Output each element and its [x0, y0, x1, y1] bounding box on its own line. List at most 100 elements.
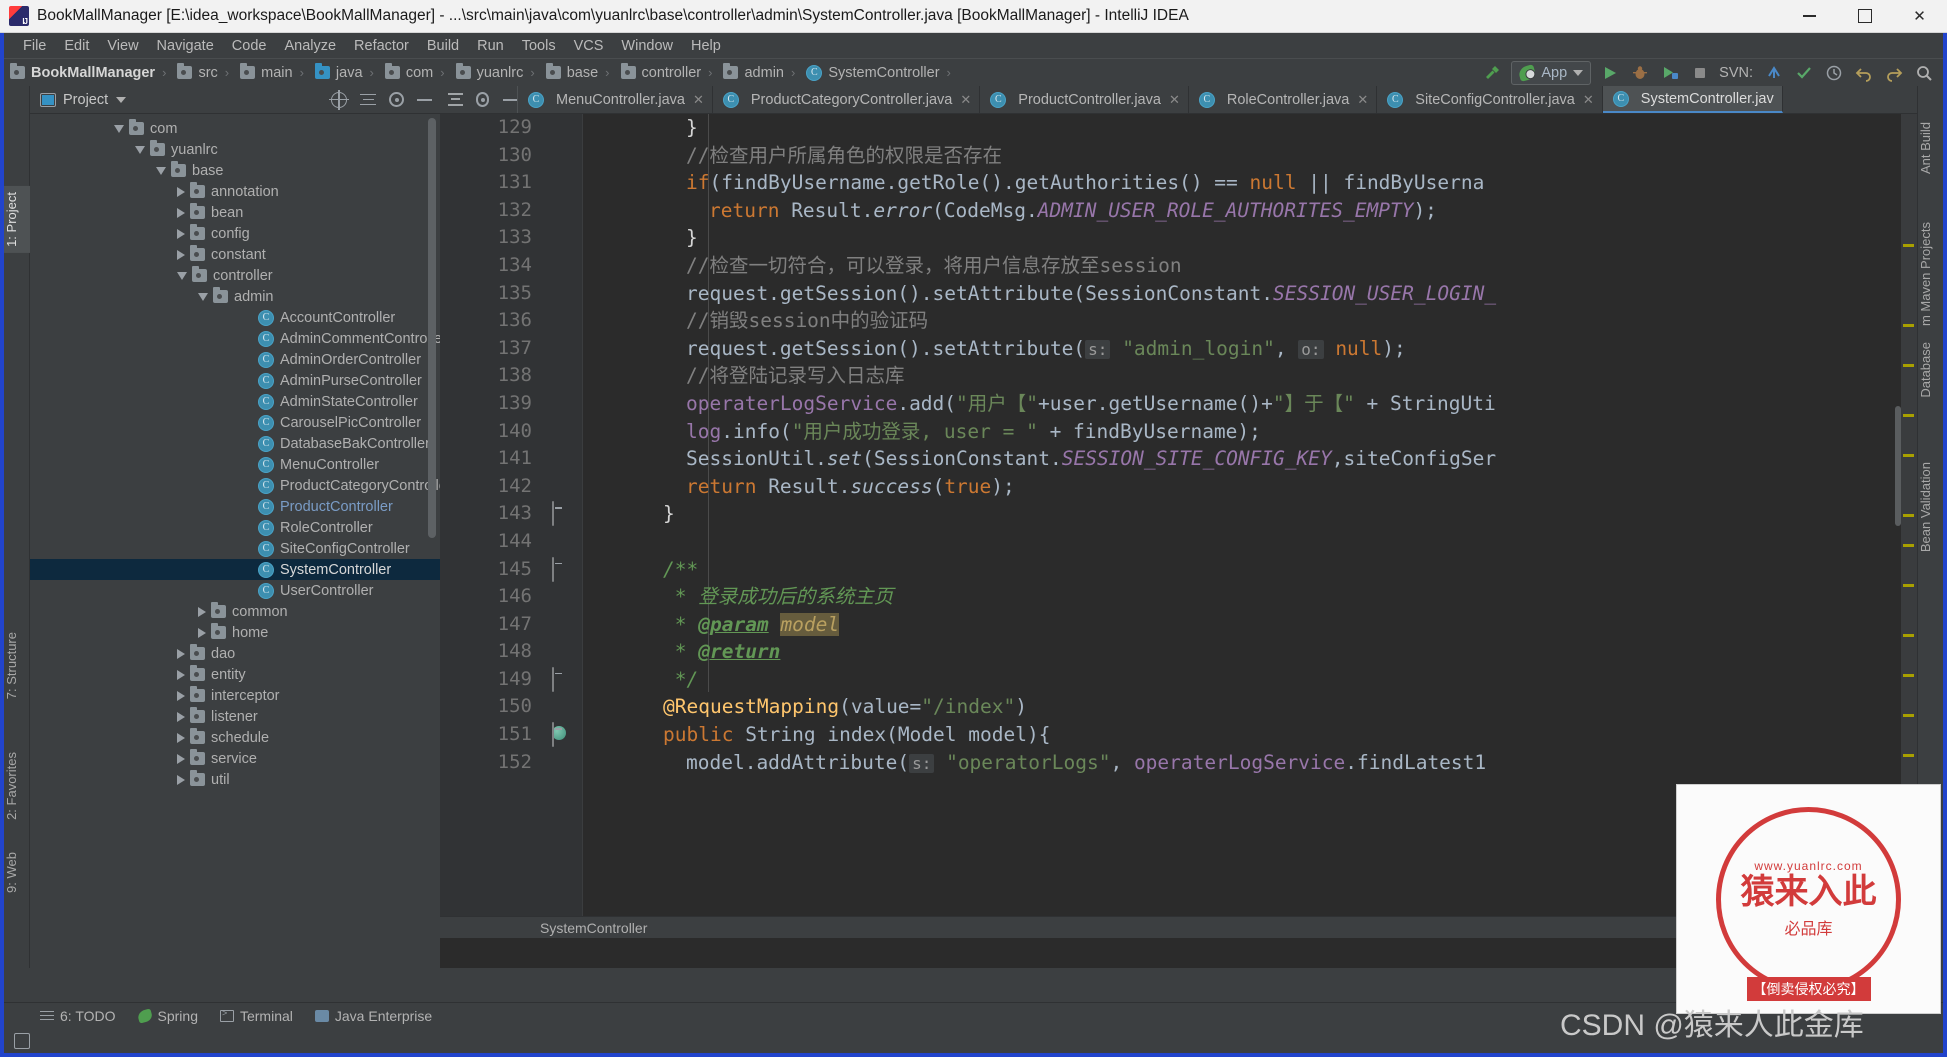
code-line[interactable]: 137 request.getSession().setAttribute(s: …	[440, 335, 1917, 363]
chevron-right-icon[interactable]	[177, 732, 185, 743]
tool-window-tab-database[interactable]: Database	[1918, 336, 1944, 404]
tree-item-folder[interactable]: common	[30, 601, 440, 622]
code-line[interactable]: 131 if(findByUsername.getRole().getAuthor…	[440, 169, 1917, 197]
tree-item-folder[interactable]: entity	[30, 664, 440, 685]
chevron-right-icon[interactable]	[177, 774, 185, 785]
code-line[interactable]: 140 log.info("用户成功登录, user = " + findByUs…	[440, 418, 1917, 446]
tree-item-folder[interactable]: service	[30, 748, 440, 769]
breadcrumb-item-controller[interactable]: controller ›	[615, 59, 718, 87]
menu-file[interactable]: File	[14, 36, 55, 56]
tree-item-class[interactable]: CarouselPicController	[30, 412, 440, 433]
code-line[interactable]: 150 @RequestMapping(value="/index")	[440, 693, 1917, 721]
tree-item-class[interactable]: SystemController	[30, 559, 440, 580]
chevron-down-icon[interactable]	[114, 124, 124, 133]
error-stripe-mark[interactable]	[1903, 244, 1914, 247]
editor-tab-systemcontroller[interactable]: SystemController.jav	[1602, 86, 1783, 113]
tree-item-folder[interactable]: schedule	[30, 727, 440, 748]
tool-window-tab-favorites[interactable]: 2: Favorites	[4, 746, 30, 826]
menu-tools[interactable]: Tools	[513, 36, 565, 56]
error-stripe-mark[interactable]	[1903, 674, 1914, 677]
run-configuration-selector[interactable]: App	[1511, 60, 1592, 85]
bottom-tab-terminal[interactable]: Terminal	[219, 1008, 293, 1024]
code-line[interactable]: 130 //检查用户所属角色的权限是否存在	[440, 142, 1917, 170]
error-stripe-mark[interactable]	[1903, 414, 1914, 417]
code-line[interactable]: 138 //将登陆记录写入日志库	[440, 362, 1917, 390]
breadcrumb-item-com[interactable]: com ›	[379, 59, 450, 87]
chevron-down-icon[interactable]	[177, 271, 187, 280]
code-line[interactable]: 133}	[440, 224, 1917, 252]
layout-toggle-icon[interactable]	[14, 1032, 30, 1049]
chevron-down-icon[interactable]	[116, 96, 127, 103]
minimize-button[interactable]	[1782, 0, 1837, 33]
menu-view[interactable]: View	[98, 36, 147, 56]
chevron-down-icon[interactable]	[198, 292, 208, 301]
editor-tab-productcontroller[interactable]: ProductController.java ✕	[980, 86, 1189, 113]
editor-tab-siteconfigcontroller[interactable]: SiteConfigController.java ✕	[1377, 86, 1603, 113]
breadcrumb-item-src[interactable]: src ›	[171, 59, 234, 87]
code-line[interactable]: 147 * @param model	[440, 611, 1917, 639]
editor-scrollbar-thumb[interactable]	[1895, 406, 1901, 526]
project-tree[interactable]: com yuanlrc base annotation bean config consta…	[30, 114, 440, 968]
code-line[interactable]: 149 */	[440, 666, 1917, 694]
error-stripe-mark[interactable]	[1903, 714, 1914, 717]
tree-item-class[interactable]: AccountController	[30, 307, 440, 328]
code-line[interactable]: 136 //销毁session中的验证码	[440, 307, 1917, 335]
bottom-tab-spring[interactable]: Spring	[136, 1008, 198, 1024]
code-line[interactable]: 144	[440, 528, 1917, 556]
chevron-right-icon[interactable]	[177, 711, 185, 722]
code-line[interactable]: 134 //检查一切符合，可以登录，将用户信息存放至session	[440, 252, 1917, 280]
code-line[interactable]: 145 /**	[440, 556, 1917, 584]
debug-icon[interactable]	[1629, 62, 1651, 84]
chevron-right-icon[interactable]	[177, 207, 185, 218]
code-line[interactable]: 146 * 登录成功后的系统主页	[440, 583, 1917, 611]
chevron-right-icon[interactable]	[198, 627, 206, 638]
chevron-right-icon[interactable]	[177, 228, 185, 239]
tree-item-folder[interactable]: bean	[30, 202, 440, 223]
menu-edit[interactable]: Edit	[55, 36, 98, 56]
bottom-tab-todo[interactable]: 6: TODO	[40, 1008, 116, 1024]
tool-window-tab-project[interactable]: 1: Project	[4, 186, 30, 253]
code-line[interactable]: 135 request.getSession().setAttribute(Ses…	[440, 280, 1917, 308]
tool-window-tab-mmavenprojects[interactable]: m Maven Projects	[1918, 216, 1944, 332]
menu-run[interactable]: Run	[468, 36, 513, 56]
svn-update-icon[interactable]	[1763, 62, 1785, 84]
close-tab-icon[interactable]: ✕	[693, 92, 704, 108]
error-stripe-mark[interactable]	[1903, 324, 1914, 327]
menu-help[interactable]: Help	[682, 36, 730, 56]
tree-item-class[interactable]: ProductCategoryController	[30, 475, 440, 496]
breadcrumb-item-java[interactable]: java ›	[309, 59, 379, 87]
error-stripe-mark[interactable]	[1903, 584, 1914, 587]
tree-item-folder[interactable]: base	[30, 160, 440, 181]
code-line[interactable]: 152 model.addAttribute(s: "operatorLogs",…	[440, 749, 1917, 777]
code-line[interactable]: 141 SessionUtil.set(SessionConstant.SESSI…	[440, 445, 1917, 473]
breadcrumb-item-base[interactable]: base ›	[540, 59, 615, 87]
tree-item-class[interactable]: UserController	[30, 580, 440, 601]
code-line[interactable]: 129}	[440, 114, 1917, 142]
editor-tab-rolecontroller[interactable]: RoleController.java ✕	[1188, 86, 1378, 113]
breadcrumb-item-admin[interactable]: admin ›	[717, 59, 800, 87]
run-icon[interactable]	[1599, 62, 1621, 84]
tree-item-class[interactable]: AdminOrderController	[30, 349, 440, 370]
maximize-button[interactable]	[1837, 0, 1892, 33]
error-stripe-mark[interactable]	[1903, 514, 1914, 517]
tool-window-tab-structure[interactable]: 7: Structure	[4, 626, 30, 705]
code-line[interactable]: 143}	[440, 500, 1917, 528]
menu-refactor[interactable]: Refactor	[345, 36, 418, 56]
tree-item-folder[interactable]: annotation	[30, 181, 440, 202]
stop-icon[interactable]	[1689, 62, 1711, 84]
tree-item-class[interactable]: AdminCommentController	[30, 328, 440, 349]
tree-item-class[interactable]: MenuController	[30, 454, 440, 475]
tree-item-folder[interactable]: config	[30, 223, 440, 244]
error-stripe-mark[interactable]	[1903, 364, 1914, 367]
tool-window-tab-beanvalidation[interactable]: Bean Validation	[1918, 456, 1944, 558]
undo-icon[interactable]	[1853, 62, 1875, 84]
redo-icon[interactable]	[1883, 62, 1905, 84]
menu-navigate[interactable]: Navigate	[148, 36, 223, 56]
tree-item-class[interactable]: ProductController	[30, 496, 440, 517]
breadcrumb-item-systemcontroller[interactable]: SystemController ›	[800, 59, 956, 87]
tree-item-folder[interactable]: dao	[30, 643, 440, 664]
tree-item-folder[interactable]: util	[30, 769, 440, 790]
settings-gear-icon[interactable]	[475, 92, 490, 107]
breadcrumb-item-yuanlrc[interactable]: yuanlrc ›	[450, 59, 540, 87]
tree-item-folder[interactable]: home	[30, 622, 440, 643]
